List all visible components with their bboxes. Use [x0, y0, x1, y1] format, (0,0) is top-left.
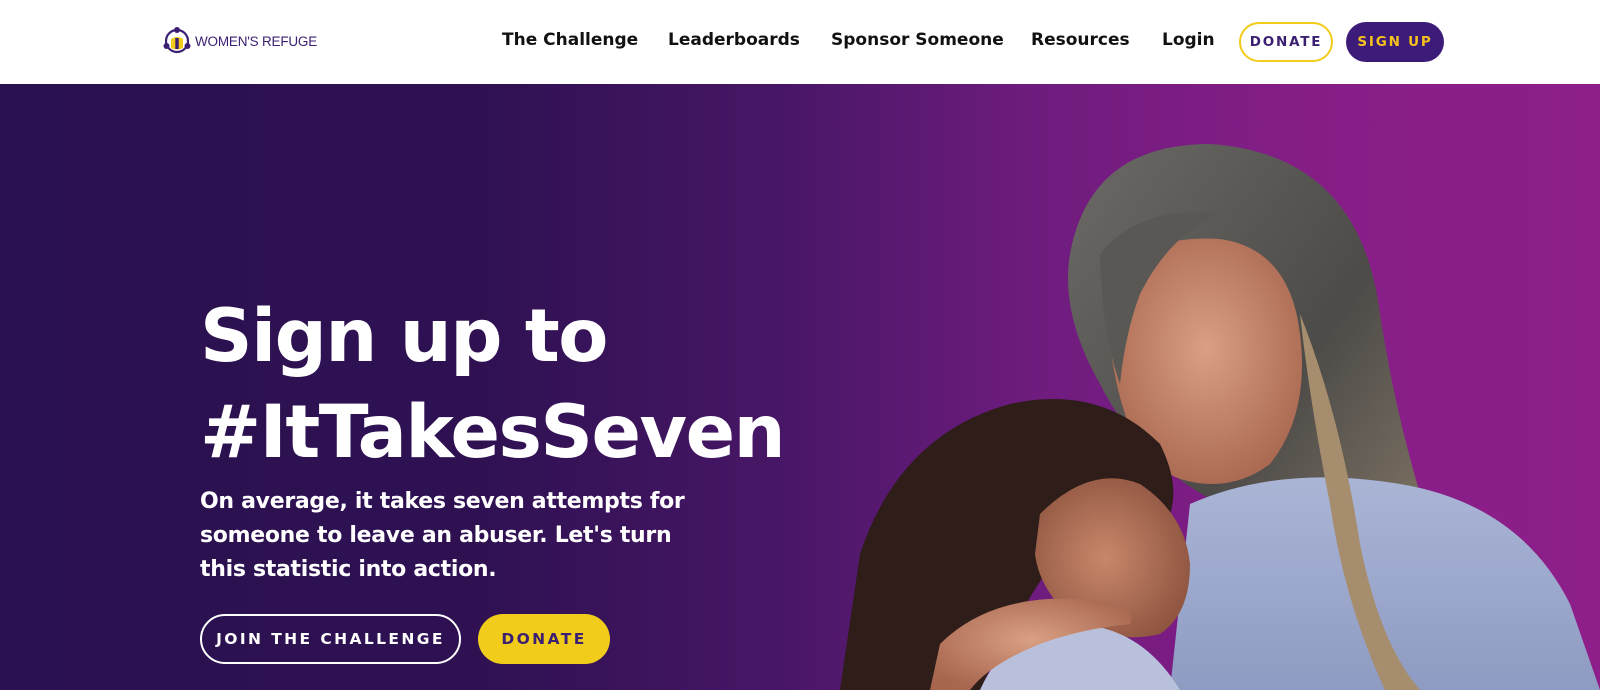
hero-donate-button[interactable]: DONATE	[478, 614, 610, 664]
nav-sponsor-someone[interactable]: Sponsor Someone	[831, 30, 1004, 50]
womens-refuge-logo-icon	[163, 27, 191, 54]
logo-text: WOMEN'S REFUGE	[195, 33, 318, 49]
site-header: WOMEN'S REFUGE The Challenge Leaderboard…	[0, 0, 1600, 84]
join-the-challenge-button[interactable]: JOIN THE CHALLENGE	[200, 614, 461, 664]
mother-and-child-photo	[840, 144, 1600, 690]
nav-leaderboards[interactable]: Leaderboards	[668, 30, 800, 50]
hero-subtitle: On average, it takes seven attempts for …	[200, 489, 685, 582]
hero-banner: Sign up to #ItTakesSeven On average, it …	[0, 84, 1600, 690]
hero-title: Sign up to #ItTakesSeven	[200, 289, 786, 481]
hero-title-line-1: Sign up to	[200, 294, 608, 379]
womens-refuge-logo[interactable]: WOMEN'S REFUGE	[163, 26, 317, 56]
header-signup-button[interactable]: SIGN UP	[1346, 22, 1444, 62]
header-donate-button[interactable]: DONATE	[1239, 22, 1333, 62]
nav-resources[interactable]: Resources	[1031, 30, 1130, 50]
nav-the-challenge[interactable]: The Challenge	[502, 30, 638, 50]
hero-title-line-2: #ItTakesSeven	[200, 390, 786, 475]
nav-login[interactable]: Login	[1162, 30, 1215, 50]
